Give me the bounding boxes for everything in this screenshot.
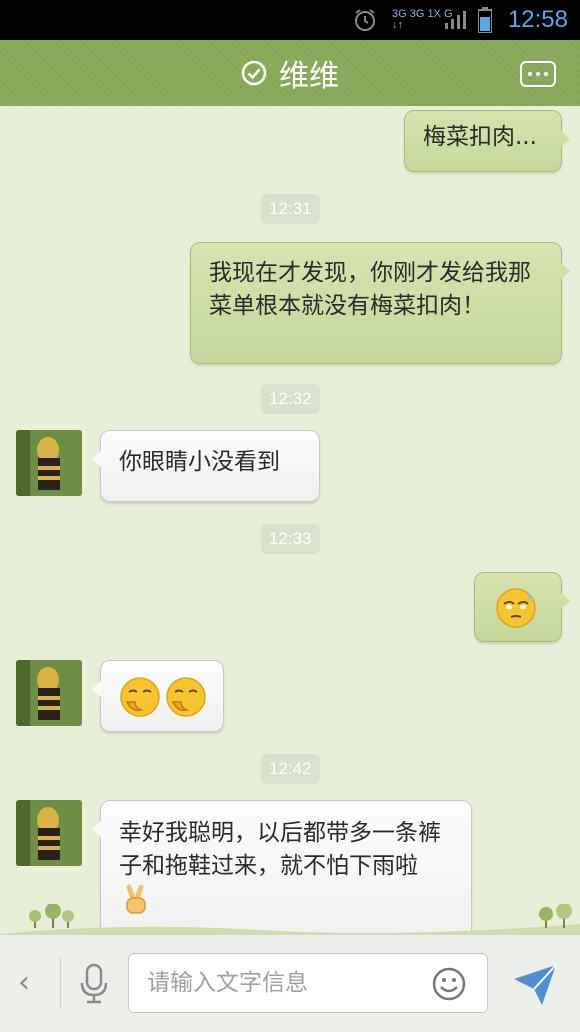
sweat-smile-emoji-icon xyxy=(496,588,536,628)
contact-name-title: 维维 xyxy=(279,59,339,94)
timestamp-text: 12:33 xyxy=(269,529,312,548)
background-scenery xyxy=(0,904,580,934)
timestamp-pill: 12:32 xyxy=(261,384,320,414)
giggle-emoji-icon xyxy=(166,677,206,717)
message-bubble-outgoing[interactable]: 梅菜扣肉... xyxy=(404,110,570,172)
contact-avatar[interactable] xyxy=(16,660,82,726)
tree-icon xyxy=(556,904,572,928)
network-indicator: 3G 3G 1X G ↓↑ xyxy=(392,0,453,40)
avatar-photo xyxy=(16,430,82,496)
giggle-emoji-icon xyxy=(120,677,160,717)
microphone-icon[interactable] xyxy=(78,963,110,1005)
chat-menu-button[interactable] xyxy=(520,61,556,87)
status-bar: 3G 3G 1X G ↓↑ 12:58 xyxy=(0,0,580,40)
tree-icon xyxy=(29,910,41,928)
tree-icon xyxy=(539,907,553,928)
timestamp-text: 12:42 xyxy=(269,759,312,778)
message-bubble-incoming[interactable] xyxy=(92,660,224,732)
tree-icon xyxy=(62,910,74,928)
timestamp-text: 12:32 xyxy=(269,389,312,408)
clock-time: 12:58 xyxy=(507,6,568,33)
menu-dot-icon xyxy=(544,72,548,76)
input-placeholder: 请输入文字信息 xyxy=(147,970,308,996)
chevron-left-icon[interactable]: ‹ xyxy=(18,965,30,1000)
emoji-picker-icon[interactable] xyxy=(432,967,466,1001)
alarm-icon xyxy=(352,0,380,40)
online-check-icon xyxy=(241,60,267,86)
message-text: 梅菜扣肉... xyxy=(423,124,537,150)
send-icon[interactable] xyxy=(512,963,558,1007)
signal-icon xyxy=(445,0,469,40)
battery-icon xyxy=(478,0,496,40)
tree-icon xyxy=(45,904,61,928)
timestamp-pill: 12:31 xyxy=(261,194,320,224)
message-bubble-outgoing[interactable] xyxy=(474,572,570,642)
avatar-photo xyxy=(16,660,82,726)
avatar-photo xyxy=(16,800,82,866)
timestamp-pill: 12:42 xyxy=(261,754,320,784)
message-text: 我现在才发现，你刚才发给我那菜单根本就没有梅菜扣肉！ xyxy=(209,260,531,319)
message-text: 幸好我聪明，以后都带多一条裤子和拖鞋过来，就不怕下雨啦 xyxy=(119,820,441,879)
contact-avatar[interactable] xyxy=(16,800,82,866)
message-input-bar: ‹ 请输入文字信息 xyxy=(0,934,580,1032)
message-text: 你眼睛小没看到 xyxy=(119,449,280,475)
chat-message-list[interactable]: 梅菜扣肉... 12:31 我现在才发现，你刚才发给我那菜单根本就没有梅菜扣肉！… xyxy=(0,106,580,934)
title-area: 维维 xyxy=(0,40,580,106)
divider xyxy=(60,957,61,1009)
message-bubble-incoming[interactable]: 你眼睛小没看到 xyxy=(92,430,320,502)
timestamp-pill: 12:33 xyxy=(261,524,320,554)
contact-avatar[interactable] xyxy=(16,430,82,496)
menu-dot-icon xyxy=(528,72,532,76)
data-activity-label: ↓↑ xyxy=(392,19,403,31)
timestamp-text: 12:31 xyxy=(269,199,312,218)
menu-dot-icon xyxy=(536,72,540,76)
message-bubble-outgoing[interactable]: 我现在才发现，你刚才发给我那菜单根本就没有梅菜扣肉！ xyxy=(190,242,570,364)
